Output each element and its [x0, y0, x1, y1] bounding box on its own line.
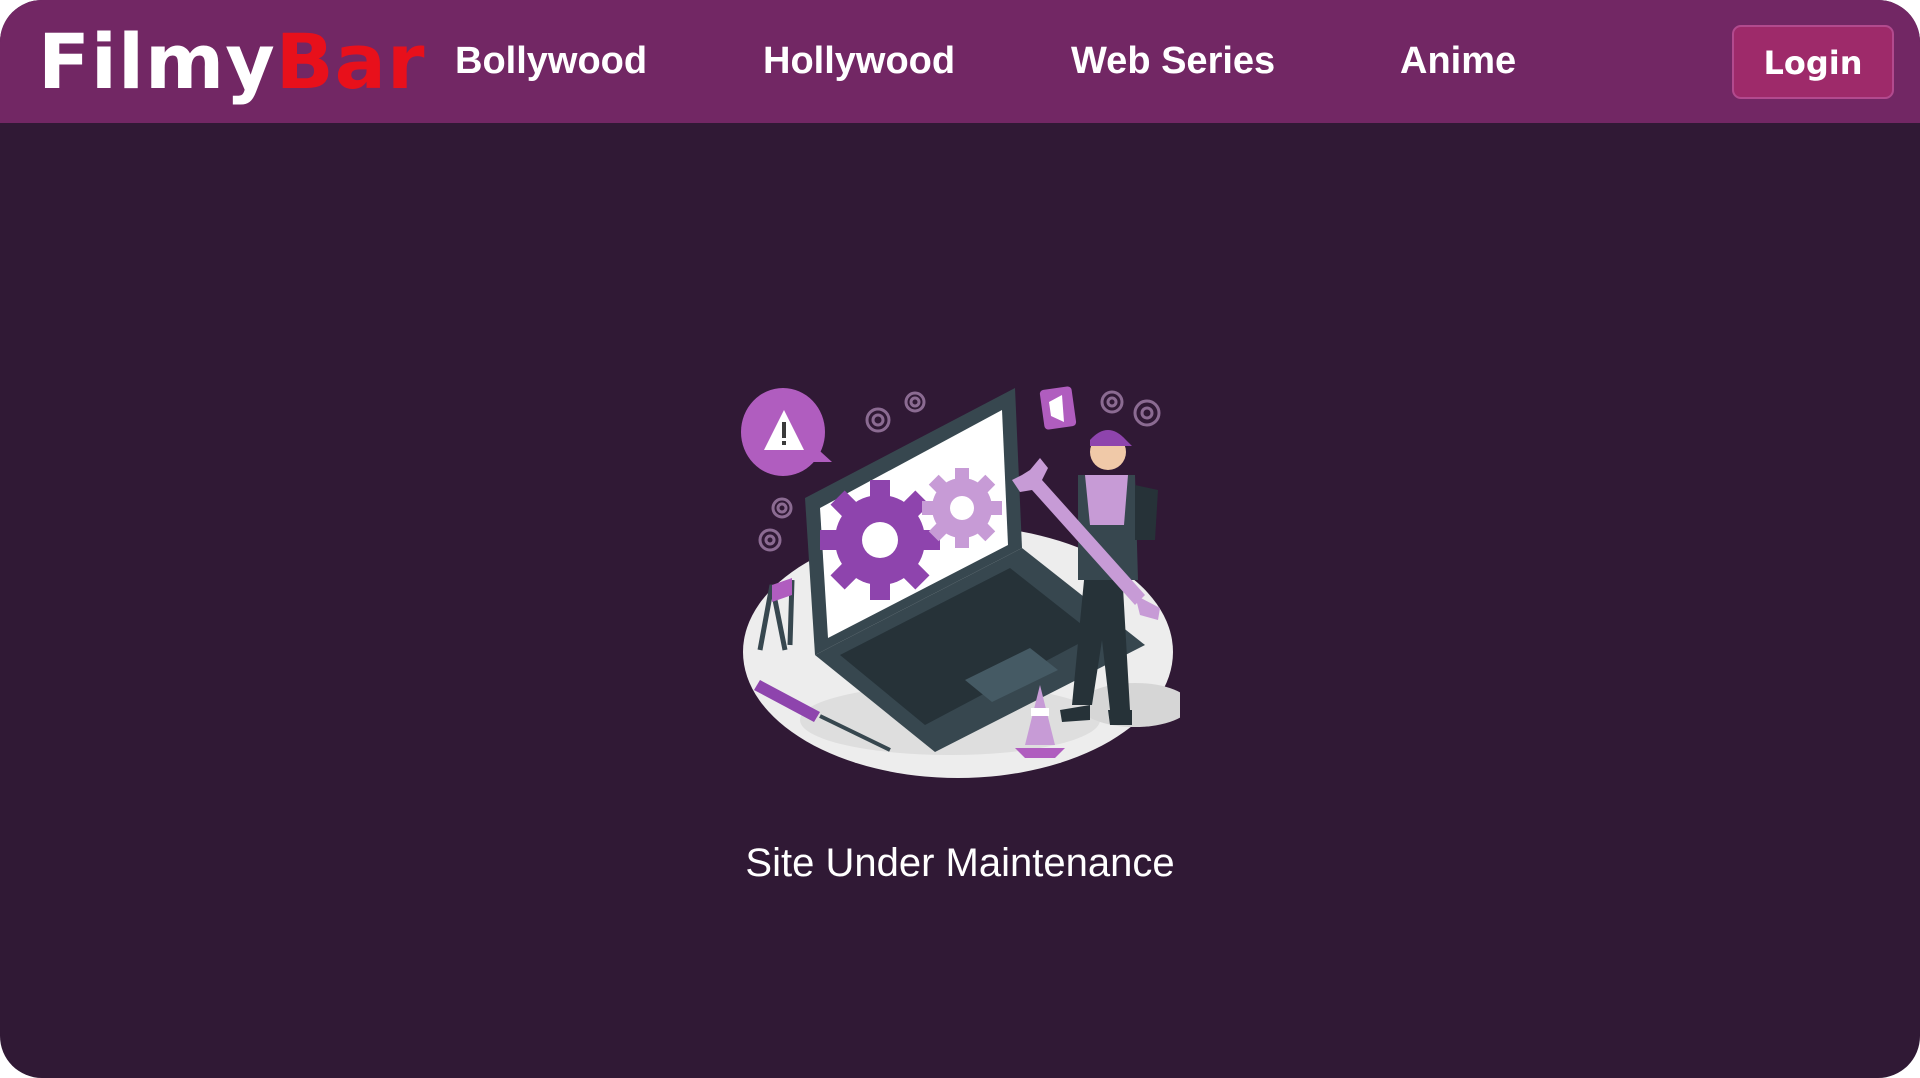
logo-text-bar: Bar	[275, 17, 426, 106]
login-button[interactable]: Login	[1732, 25, 1894, 99]
nav-link-hollywood[interactable]: Hollywood	[763, 36, 955, 86]
warning-bubble-icon	[741, 388, 832, 476]
nav-link-anime[interactable]: Anime	[1400, 36, 1516, 86]
navbar: FilmyBar Bollywood Hollywood Web Series …	[0, 0, 1920, 123]
page-frame: FilmyBar Bollywood Hollywood Web Series …	[0, 0, 1920, 1078]
maintenance-status-text: Site Under Maintenance	[745, 841, 1175, 885]
nav-link-bollywood[interactable]: Bollywood	[455, 36, 647, 86]
logo-text-filmy: Filmy	[38, 17, 276, 106]
nav-link-web-series[interactable]: Web Series	[1071, 36, 1275, 86]
maintenance-illustration	[740, 380, 1190, 790]
megaphone-icon	[1039, 386, 1077, 430]
site-logo[interactable]: FilmyBar	[38, 12, 425, 112]
